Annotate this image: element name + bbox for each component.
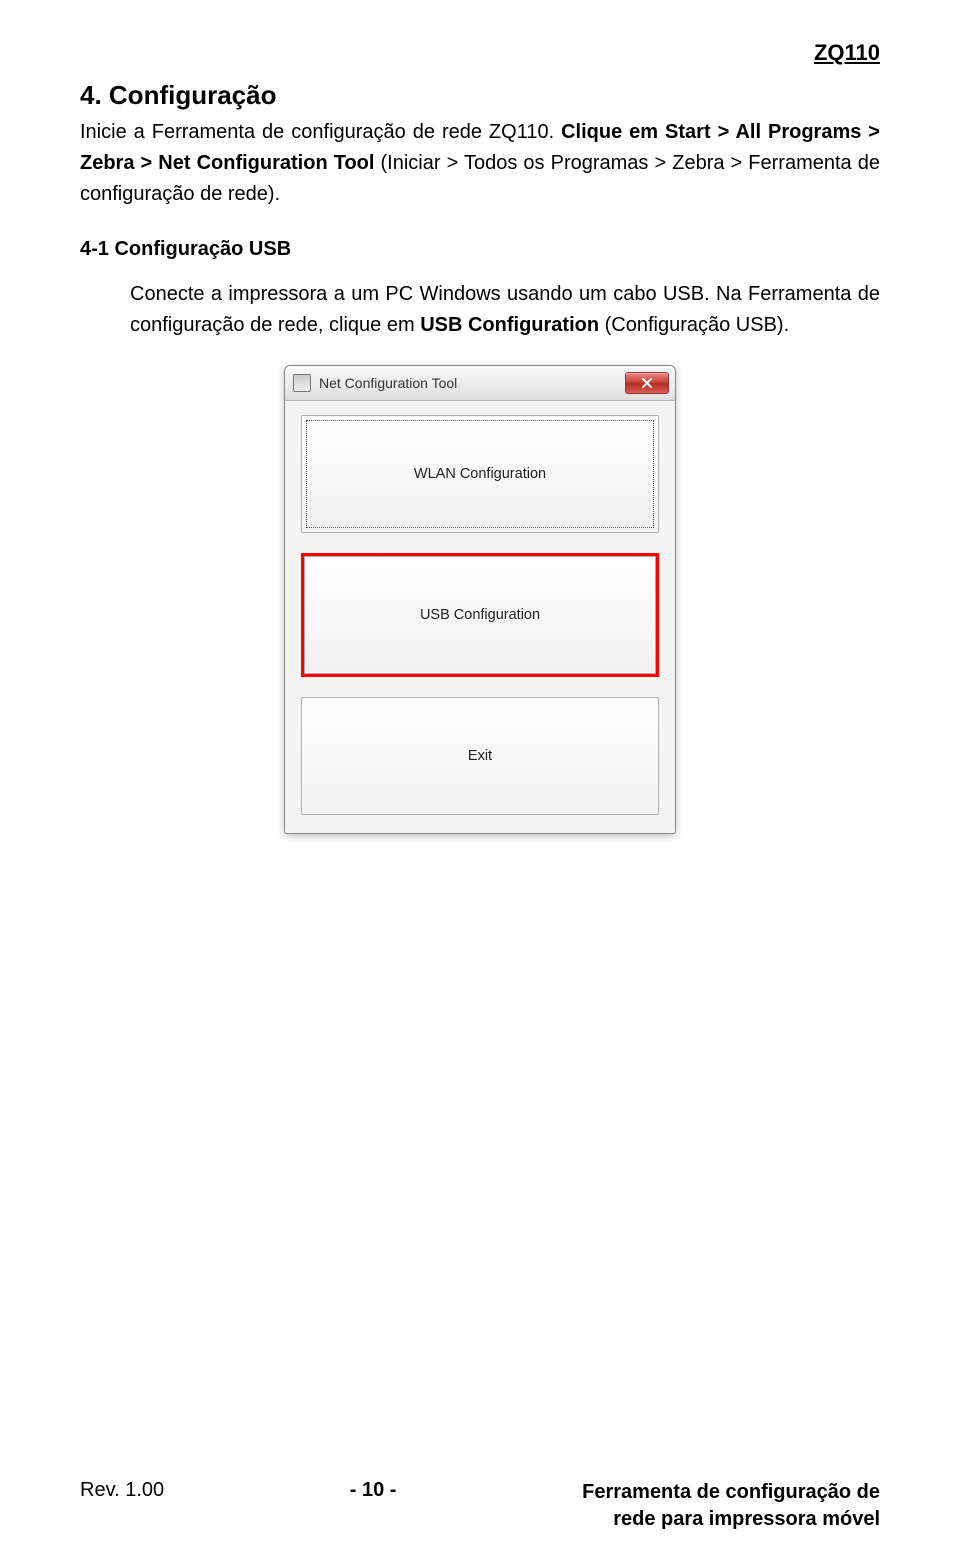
dialog-titlebar: Net Configuration Tool bbox=[285, 366, 675, 401]
wlan-button-label: WLAN Configuration bbox=[414, 466, 546, 482]
wlan-configuration-button[interactable]: WLAN Configuration bbox=[301, 415, 659, 533]
subsection-paragraph: Conecte a impressora a um PC Windows usa… bbox=[130, 279, 880, 341]
exit-button-label: Exit bbox=[468, 748, 492, 764]
intro-text-plain: Inicie a Ferramenta de configuração de r… bbox=[80, 121, 561, 143]
close-icon bbox=[641, 377, 653, 389]
exit-button[interactable]: Exit bbox=[301, 697, 659, 815]
revision-label: Rev. 1.00 bbox=[80, 1479, 164, 1502]
product-name: Ferramenta de configuração de rede para … bbox=[582, 1479, 880, 1533]
section-title: 4. Configuração bbox=[80, 80, 880, 111]
document-page: ZQ110 4. Configuração Inicie a Ferrament… bbox=[0, 0, 960, 1563]
highlight-frame: USB Configuration bbox=[301, 553, 659, 677]
page-number: - 10 - bbox=[164, 1479, 582, 1502]
app-icon bbox=[293, 374, 311, 392]
usb-configuration-button[interactable]: USB Configuration bbox=[304, 556, 656, 674]
page-footer: Rev. 1.00 - 10 - Ferramenta de configura… bbox=[80, 1479, 880, 1533]
para-text-b: (Configuração USB). bbox=[599, 314, 789, 336]
dialog-body: WLAN Configuration USB Configuration Exi… bbox=[285, 401, 675, 833]
dialog-title: Net Configuration Tool bbox=[319, 375, 625, 391]
document-code: ZQ110 bbox=[814, 40, 880, 66]
close-button[interactable] bbox=[625, 372, 669, 394]
usb-button-label: USB Configuration bbox=[420, 607, 540, 623]
subsection-title: 4-1 Configuração USB bbox=[80, 238, 880, 261]
product-line-2: rede para impressora móvel bbox=[613, 1508, 880, 1530]
para-text-bold: USB Configuration bbox=[420, 314, 599, 336]
screenshot-container: Net Configuration Tool WLAN Configuratio… bbox=[80, 365, 880, 834]
product-line-1: Ferramenta de configuração de bbox=[582, 1481, 880, 1503]
dialog-window: Net Configuration Tool WLAN Configuratio… bbox=[284, 365, 676, 834]
section-intro: Inicie a Ferramenta de configuração de r… bbox=[80, 117, 880, 210]
